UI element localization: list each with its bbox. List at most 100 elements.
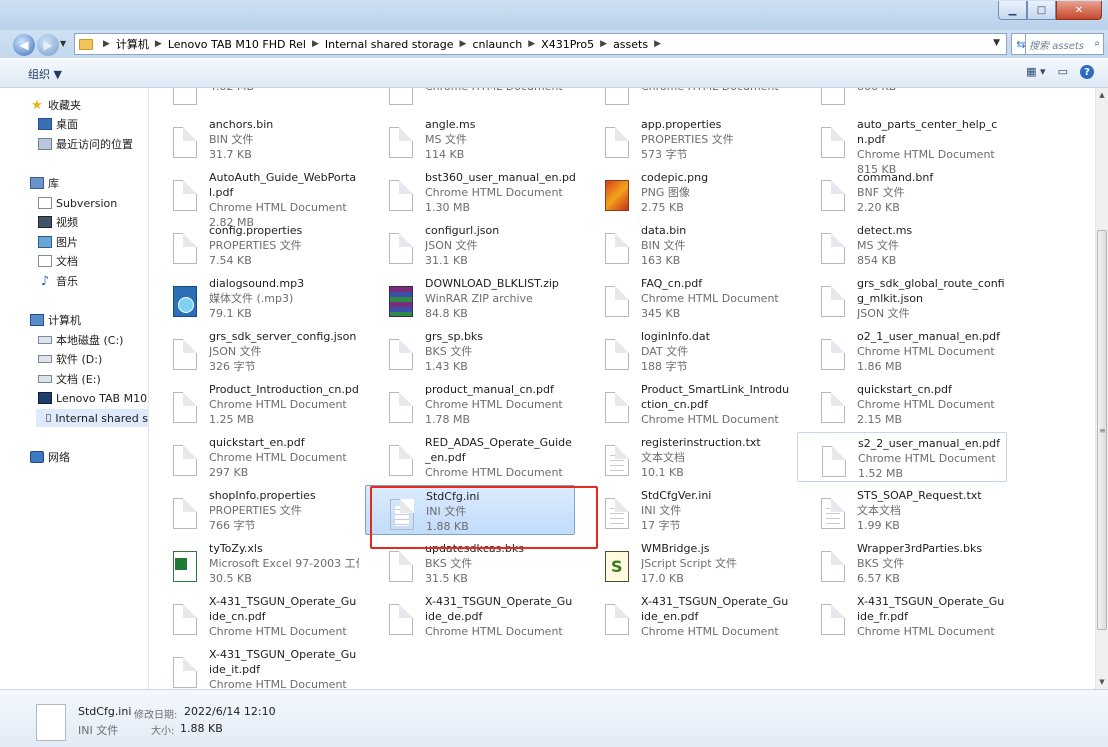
history-dropdown-icon[interactable]: ▼ <box>60 39 66 48</box>
scroll-down-icon[interactable]: ▼ <box>1096 675 1108 689</box>
file-text: X-431_TSGUN_Operate_Guide_fr.pdf Chrome H… <box>857 594 1007 639</box>
nav-lenovo-tablet[interactable]: Lenovo TAB M10 F <box>38 389 148 407</box>
help-icon[interactable]: ? <box>1080 65 1094 79</box>
file-item[interactable]: tyToZy.xls Microsoft Excel 97-2003 工作表 30.… <box>149 538 359 588</box>
file-item[interactable]: shopInfo.properties PROPERTIES 文件 766 字节 <box>149 485 359 535</box>
file-item[interactable]: Wrapper3rdParties.bks BKS 文件 6.57 KB <box>797 538 1007 588</box>
nav-music[interactable]: ♪ 音乐 <box>38 272 78 290</box>
file-item[interactable]: codepic.png PNG 图像 2.75 KB <box>581 167 791 217</box>
file-item[interactable]: configurl.json JSON 文件 31.1 KB <box>365 220 575 270</box>
file-item[interactable]: RED_ADAS_Operate_Guide_en.pdf Chrome HTML… <box>365 432 575 482</box>
file-item[interactable]: DOWNLOAD_BLKLIST.zip WinRAR ZIP archive 84… <box>365 273 575 323</box>
address-bar[interactable]: ▶ 计算机 ▶ Lenovo TAB M10 FHD Rel ▶ Interna… <box>74 33 1007 55</box>
preview-pane-icon[interactable]: ▭ <box>1058 65 1068 79</box>
file-item[interactable]: Chrome HTML Document4.82 MB <box>149 88 359 111</box>
nav-videos[interactable]: 视频 <box>38 213 78 231</box>
nav-internal-storage[interactable]: Internal shared s <box>36 409 148 427</box>
file-item[interactable]: FAQ_cn.pdf Chrome HTML Document 345 KB <box>581 273 791 323</box>
file-item[interactable]: config.properties PROPERTIES 文件 7.54 KB <box>149 220 359 270</box>
nav-pictures[interactable]: 图片 <box>38 233 78 251</box>
view-options-icon[interactable]: ▦ ▾ <box>1026 65 1045 79</box>
breadcrumb-separator-icon[interactable]: ▶ <box>528 39 535 49</box>
breadcrumb-computer[interactable]: 计算机 <box>116 36 149 52</box>
nav-computer[interactable]: 计算机 <box>30 311 81 329</box>
file-item[interactable]: X-431_TSGUN_Operate_Guide_fr.pdf Chrome H… <box>797 591 1007 641</box>
file-item[interactable]: AutoAuth_Guide_WebPortal.pdf Chrome HTML … <box>149 167 359 229</box>
breadcrumb-separator-icon[interactable]: ▶ <box>312 39 319 49</box>
breadcrumb-device[interactable]: Lenovo TAB M10 FHD Rel <box>168 38 306 51</box>
file-item[interactable]: X-431_TSGUN_Operate_Guide_it.pdf Chrome H… <box>149 644 359 689</box>
file-item[interactable]: JSON 文件866 KB <box>797 88 1007 111</box>
back-button[interactable]: ◀ <box>13 34 35 56</box>
nav-network[interactable]: 网络 <box>30 448 70 466</box>
file-item[interactable]: grs_sdk_server_config.json JSON 文件 326 字节 <box>149 326 359 376</box>
file-item[interactable]: auto_parts_center_help_cn.pdf Chrome HTML… <box>797 114 1007 176</box>
nav-drive-c[interactable]: 本地磁盘 (C:) <box>38 331 123 349</box>
file-item[interactable]: grs_sdk_global_route_config_mlkit.json JS… <box>797 273 1007 323</box>
nav-recent-places[interactable]: 最近访问的位置 <box>38 135 133 153</box>
selected-file-icon <box>36 704 66 741</box>
nav-favorites[interactable]: ★ 收藏夹 <box>30 96 81 114</box>
scroll-up-icon[interactable]: ▲ <box>1096 88 1108 102</box>
file-item[interactable]: dialogsound.mp3 媒体文件 (.mp3) 79.1 KB <box>149 273 359 323</box>
file-item[interactable]: data.bin BIN 文件 163 KB <box>581 220 791 270</box>
file-item[interactable]: StdCfg.ini INI 文件 1.88 KB <box>365 485 575 535</box>
file-item[interactable]: X-431_TSGUN_Operate_Guide_cn.pdf Chrome H… <box>149 591 359 641</box>
file-item[interactable]: dfChrome HTML Document <box>581 88 791 111</box>
breadcrumb-x431pro5[interactable]: X431Pro5 <box>541 38 594 51</box>
breadcrumb-separator-icon[interactable]: ▶ <box>103 39 110 49</box>
file-item[interactable]: loginInfo.dat DAT 文件 188 字节 <box>581 326 791 376</box>
organize-menu[interactable]: 组织 ▼ <box>28 66 62 82</box>
file-item[interactable]: quickstart_en.pdf Chrome HTML Document 297… <box>149 432 359 482</box>
file-item[interactable]: angle.ms MS 文件 114 KB <box>365 114 575 164</box>
breadcrumb-storage[interactable]: Internal shared storage <box>325 38 454 51</box>
search-icon[interactable]: ⌕ <box>1094 38 1100 49</box>
file-item[interactable]: app.properties PROPERTIES 文件 573 字节 <box>581 114 791 164</box>
breadcrumb-separator-icon[interactable]: ▶ <box>460 39 467 49</box>
scroll-thumb[interactable]: ≡ <box>1097 230 1107 630</box>
file-item[interactable]: registerinstruction.txt 文本文档 10.1 KB <box>581 432 791 482</box>
search-input[interactable]: 搜索 assets ⌕ <box>1025 33 1104 55</box>
minimize-button[interactable]: ▁ <box>998 1 1027 20</box>
nav-desktop[interactable]: 桌面 <box>38 115 78 133</box>
breadcrumb-assets[interactable]: assets <box>613 38 648 51</box>
vertical-scrollbar[interactable]: ▲ ≡ ▼ <box>1095 88 1108 689</box>
breadcrumb-separator-icon[interactable]: ▶ <box>155 39 162 49</box>
file-text: dfChrome HTML Document <box>425 88 575 94</box>
maximize-button[interactable]: □ <box>1027 1 1056 20</box>
file-item[interactable]: Product_SmartLink_Introduction_cn.pdf Chr… <box>581 379 791 429</box>
file-item[interactable]: STS_SOAP_Request.txt 文本文档 1.99 KB <box>797 485 1007 535</box>
nav-libraries[interactable]: 库 <box>30 174 59 192</box>
file-item[interactable]: command.bnf BNF 文件 2.20 KB <box>797 167 1007 217</box>
file-item[interactable]: o2_1_user_manual_en.pdf Chrome HTML Docum… <box>797 326 1007 376</box>
file-item[interactable]: quickstart_cn.pdf Chrome HTML Document 2.1… <box>797 379 1007 429</box>
title-bar: ▁ □ ✕ <box>0 0 1108 30</box>
file-item[interactable]: StdCfgVer.ini INI 文件 17 字节 <box>581 485 791 535</box>
close-button[interactable]: ✕ <box>1056 1 1102 20</box>
breadcrumb-separator-icon[interactable]: ▶ <box>654 39 661 49</box>
file-text: s2_2_user_manual_en.pdf Chrome HTML Docum… <box>858 436 1008 481</box>
file-item[interactable]: updatesdkcas.bks BKS 文件 31.5 KB <box>365 538 575 588</box>
file-item[interactable]: anchors.bin BIN 文件 31.7 KB <box>149 114 359 164</box>
file-item[interactable]: grs_sp.bks BKS 文件 1.43 KB <box>365 326 575 376</box>
file-item[interactable]: s2_2_user_manual_en.pdf Chrome HTML Docum… <box>797 432 1007 482</box>
forward-button[interactable]: ▶ <box>37 34 59 56</box>
file-item[interactable]: Product_Introduction_cn.pdf Chrome HTML D… <box>149 379 359 429</box>
file-item[interactable]: X-431_TSGUN_Operate_Guide_en.pdf Chrome H… <box>581 591 791 641</box>
breadcrumb-cnlaunch[interactable]: cnlaunch <box>472 38 522 51</box>
file-item[interactable]: detect.ms MS 文件 854 KB <box>797 220 1007 270</box>
file-item[interactable]: dfChrome HTML Document <box>365 88 575 111</box>
file-item[interactable]: bst360_user_manual_en.pdf Chrome HTML Doc… <box>365 167 575 217</box>
breadcrumb-separator-icon[interactable]: ▶ <box>600 39 607 49</box>
address-dropdown-icon[interactable]: ▼ <box>993 38 1000 48</box>
nav-subversion[interactable]: Subversion <box>38 194 117 212</box>
nav-drive-d[interactable]: 软件 (D:) <box>38 350 102 368</box>
file-name: X-431_TSGUN_Operate_Guide_en.pdf <box>641 595 789 623</box>
file-item[interactable]: product_manual_cn.pdf Chrome HTML Documen… <box>365 379 575 429</box>
nav-drive-e[interactable]: 文档 (E:) <box>38 370 101 388</box>
file-item[interactable]: WMBridge.js JScript Script 文件 17.0 KB <box>581 538 791 588</box>
file-text: RED_ADAS_Operate_Guide_en.pdf Chrome HTML… <box>425 435 575 480</box>
drive-icon <box>38 375 52 383</box>
file-item[interactable]: X-431_TSGUN_Operate_Guide_de.pdf Chrome H… <box>365 591 575 641</box>
nav-documents[interactable]: 文档 <box>38 252 78 270</box>
